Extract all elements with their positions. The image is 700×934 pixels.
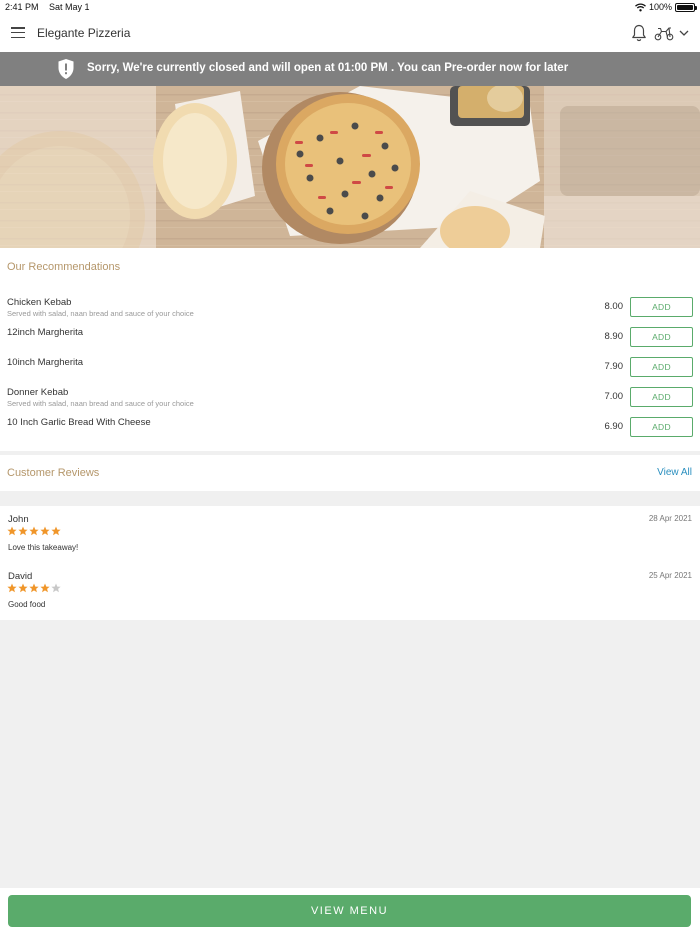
view-all-link[interactable]: View All (657, 467, 692, 478)
bottom-bar: VIEW MENU (0, 888, 700, 934)
star-icon (51, 583, 61, 593)
review-date: 28 Apr 2021 (648, 514, 692, 523)
item-price: 7.90 (604, 361, 624, 372)
item-price: 8.90 (604, 331, 624, 342)
app-header: Elegante Pizzeria (0, 14, 700, 52)
menu-item: Donner Kebab Served with salad, naan bre… (0, 387, 700, 417)
item-name: 10 Inch Garlic Bread With Cheese (7, 417, 151, 428)
chevron-down-icon[interactable] (678, 27, 690, 39)
reviewer-name: John (8, 514, 29, 525)
star-icon (18, 526, 28, 536)
bell-icon[interactable] (631, 24, 647, 42)
menu-item: 10 Inch Garlic Bread With Cheese 6.90 AD… (0, 417, 700, 447)
add-button[interactable]: ADD (630, 357, 693, 377)
item-price: 8.00 (604, 301, 624, 312)
shield-icon (58, 59, 74, 79)
pizza-photo (0, 86, 700, 248)
reviewer-name: David (8, 571, 33, 582)
item-description: Served with salad, naan bread and sauce … (7, 309, 194, 318)
add-button[interactable]: ADD (630, 297, 693, 317)
recommendations-section: Our Recommendations Chicken Kebab Served… (0, 248, 700, 451)
add-button[interactable]: ADD (630, 417, 693, 437)
item-description: Served with salad, naan bread and sauce … (7, 399, 194, 408)
item-name: 12inch Margherita (7, 327, 84, 338)
delivery-icon[interactable] (654, 25, 674, 41)
closed-message: Sorry, We're currently closed and will o… (87, 62, 569, 74)
star-rating (7, 583, 61, 593)
status-bar: 2:41 PM Sat May 1 100% (0, 0, 700, 14)
item-price: 6.90 (604, 421, 624, 432)
battery-percent: 100% (648, 2, 672, 12)
item-name: 10inch Margherita (7, 357, 84, 368)
reviews-title: Customer Reviews (7, 467, 100, 479)
star-rating (7, 526, 61, 536)
review-text: Love this takeaway! (8, 543, 79, 552)
add-button[interactable]: ADD (630, 387, 693, 407)
star-icon (18, 583, 28, 593)
add-button[interactable]: ADD (630, 327, 693, 347)
battery-icon (675, 2, 697, 12)
status-date: Sat May 1 (49, 2, 90, 12)
item-price: 7.00 (604, 391, 624, 402)
review-date: 25 Apr 2021 (648, 571, 692, 580)
app-title: Elegante Pizzeria (37, 26, 131, 40)
star-icon (7, 526, 17, 536)
star-icon (29, 583, 39, 593)
reviews-list: John 28 Apr 2021 Love this takeaway! Dav… (0, 506, 700, 620)
review-text: Good food (8, 600, 46, 609)
star-icon (40, 526, 50, 536)
menu-item: Chicken Kebab Served with salad, naan br… (0, 297, 700, 327)
wifi-icon (635, 2, 646, 11)
review-item: David 25 Apr 2021 Good food (0, 571, 700, 621)
menu-item: 12inch Margherita 8.90 ADD (0, 327, 700, 357)
recommendations-title: Our Recommendations (7, 261, 121, 273)
reviews-header: Customer Reviews View All (0, 455, 700, 491)
closed-banner: Sorry, We're currently closed and will o… (0, 52, 700, 86)
review-item: John 28 Apr 2021 Love this takeaway! (0, 514, 700, 564)
star-icon (40, 583, 50, 593)
star-icon (51, 526, 61, 536)
menu-icon[interactable] (11, 27, 25, 38)
star-icon (7, 583, 17, 593)
star-icon (29, 526, 39, 536)
status-time: 2:41 PM (5, 2, 39, 12)
view-menu-button[interactable]: VIEW MENU (8, 895, 691, 927)
menu-item: 10inch Margherita 7.90 ADD (0, 357, 700, 387)
item-name: Donner Kebab (7, 387, 69, 398)
hero-image (0, 86, 700, 248)
item-name: Chicken Kebab (7, 297, 72, 308)
